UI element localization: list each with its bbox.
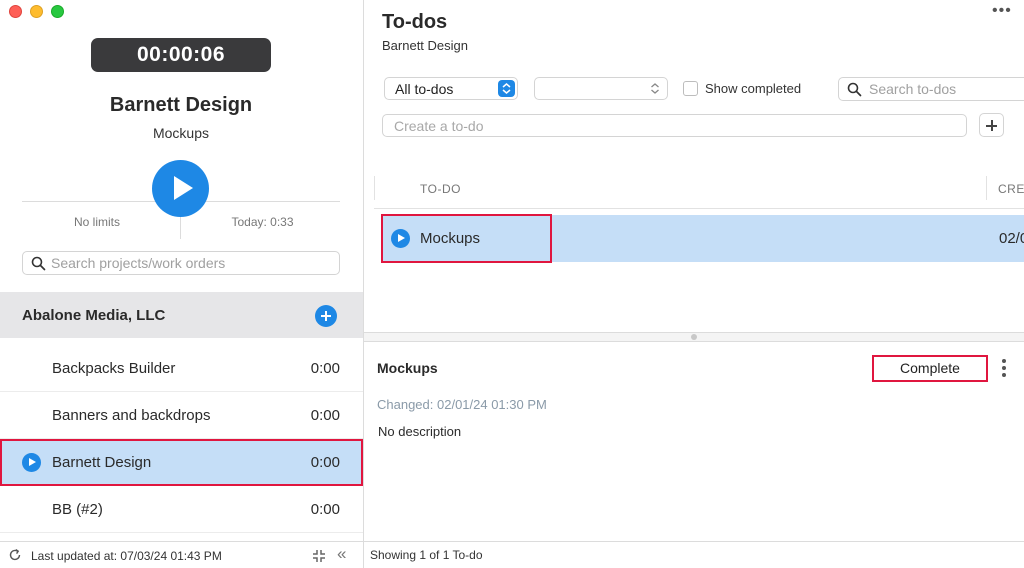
client-group-header[interactable]: Abalone Media, LLC xyxy=(0,292,363,338)
create-todo-input[interactable] xyxy=(394,117,954,135)
collapse-sidebar-icon[interactable]: « xyxy=(337,544,346,564)
todo-filter-select[interactable]: All to-dos xyxy=(384,77,518,100)
zoom-window-button[interactable] xyxy=(51,5,64,18)
todo-description: No description xyxy=(378,424,462,439)
page-subtitle: Barnett Design xyxy=(382,38,468,53)
project-search-input[interactable] xyxy=(51,254,331,272)
showing-count-label: Showing 1 of 1 To-do xyxy=(370,548,483,562)
detail-title: Mockups xyxy=(377,360,438,376)
page-title: To-dos xyxy=(382,11,448,33)
client-group-title: Abalone Media, LLC xyxy=(22,307,166,324)
column-header-created[interactable]: CREA xyxy=(998,182,1024,196)
add-project-button[interactable] xyxy=(315,305,337,327)
column-header-todo[interactable]: TO-DO xyxy=(420,182,461,196)
today-total-label: Today: 0:33 xyxy=(231,215,294,229)
todo-search-input[interactable] xyxy=(869,80,1019,98)
add-todo-button[interactable] xyxy=(979,113,1004,137)
sidebar: 00:00:06 Barnett Design Mockups No limit… xyxy=(0,0,364,568)
project-name: Backpacks Builder xyxy=(52,360,176,377)
more-options-icon[interactable]: ••• xyxy=(992,2,1012,20)
show-completed-checkbox[interactable] xyxy=(683,81,698,96)
search-icon xyxy=(31,256,46,271)
show-completed-label[interactable]: Show completed xyxy=(705,81,801,96)
project-time: 0:00 xyxy=(310,501,340,518)
elapsed-timer: 00:00:06 xyxy=(91,38,271,72)
last-updated-label: Last updated at: 07/03/24 01:43 PM xyxy=(31,549,222,563)
main-footer: Showing 1 of 1 To-do xyxy=(364,541,1024,568)
select-stepper-icon xyxy=(498,80,515,97)
complete-button[interactable]: Complete xyxy=(872,355,988,382)
search-icon xyxy=(847,82,862,97)
project-row-banners-and-backdrops[interactable]: Banners and backdrops 0:00 xyxy=(0,392,363,439)
secondary-filter-select[interactable] xyxy=(534,77,668,100)
current-client-name: Barnett Design xyxy=(109,94,253,116)
window-controls xyxy=(9,5,64,18)
start-timer-button[interactable] xyxy=(152,160,209,217)
todo-created-date: 02/0 xyxy=(999,230,1024,247)
collapse-icon[interactable] xyxy=(311,548,327,564)
minimize-window-button[interactable] xyxy=(30,5,43,18)
sidebar-footer: Last updated at: 07/03/24 01:43 PM « xyxy=(0,541,363,568)
todo-table-header: TO-DO CREA xyxy=(374,176,1024,209)
app-window: 00:00:06 Barnett Design Mockups No limit… xyxy=(0,0,1024,568)
column-separator[interactable] xyxy=(986,176,987,200)
project-row-bb-2[interactable]: BB (#2) 0:00 xyxy=(0,486,363,533)
detail-more-icon[interactable] xyxy=(1002,359,1006,380)
project-search-box[interactable] xyxy=(22,251,340,275)
splitter-grip-icon[interactable] xyxy=(691,334,697,340)
todo-search-box[interactable] xyxy=(838,77,1024,101)
highlight-box-todo-row xyxy=(381,214,552,263)
refresh-icon[interactable] xyxy=(8,548,22,562)
pane-splitter[interactable] xyxy=(364,332,1024,342)
project-row-backpacks-builder[interactable]: Backpacks Builder 0:00 xyxy=(0,345,363,392)
limits-label: No limits xyxy=(73,215,120,229)
select-stepper-icon xyxy=(651,83,659,94)
main-panel: To-dos Barnett Design ••• All to-dos Sho… xyxy=(364,0,1024,568)
close-window-button[interactable] xyxy=(9,5,22,18)
project-name: Banners and backdrops xyxy=(52,407,211,424)
project-time: 0:00 xyxy=(310,360,340,377)
project-name: BB (#2) xyxy=(52,501,103,518)
column-separator xyxy=(374,176,375,200)
highlight-box-selected-project xyxy=(0,439,363,486)
create-todo-box[interactable] xyxy=(382,114,967,137)
todo-filter-value: All to-dos xyxy=(395,81,454,97)
current-work-order: Mockups xyxy=(152,125,210,141)
changed-timestamp: Changed: 02/01/24 01:30 PM xyxy=(377,397,547,412)
project-time: 0:00 xyxy=(310,407,340,424)
